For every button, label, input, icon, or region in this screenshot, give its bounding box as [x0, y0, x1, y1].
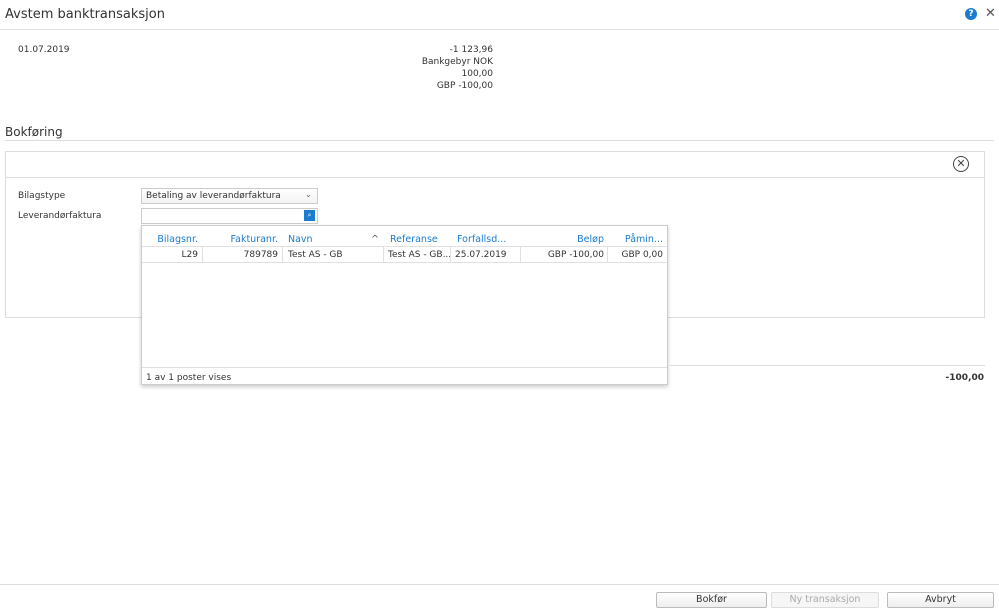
record-count: 1 av 1 poster vises	[146, 373, 232, 383]
dialog-title: Avstem banktransaksjon	[5, 7, 165, 22]
bilagstype-select[interactable]: Betaling av leverandørfaktura	[141, 188, 318, 204]
divider	[670, 365, 985, 366]
bilagstype-label: Bilagstype	[18, 191, 66, 201]
sort-ascending-icon[interactable]: ^	[371, 234, 379, 245]
foreign-amount: GBP -100,00	[436, 81, 493, 91]
new-transaction-button[interactable]: Ny transaksjon	[771, 592, 879, 608]
transaction-date: 01.07.2019	[18, 45, 70, 55]
fee-label: Bankgebyr NOK	[421, 57, 493, 67]
divider	[142, 367, 667, 368]
divider	[142, 262, 667, 263]
divider	[450, 247, 451, 262]
divider	[5, 140, 994, 141]
help-icon[interactable]: ?	[965, 8, 977, 20]
divider	[142, 246, 667, 247]
column-header-paminnelse[interactable]: Påmin...	[608, 234, 663, 245]
post-button[interactable]: Bokfør	[656, 592, 767, 608]
transaction-amount: -1 123,96	[449, 45, 493, 55]
section-title: Bokføring	[5, 125, 63, 139]
close-icon[interactable]: ✕	[985, 6, 996, 21]
lookup-search-icon[interactable]: ⌕	[304, 210, 315, 221]
divider	[383, 247, 384, 262]
leverandorfaktura-input[interactable]	[141, 208, 318, 224]
column-header-fakturanr[interactable]: Fakturanr.	[202, 234, 278, 245]
chevron-down-icon: ⌄	[305, 190, 312, 199]
column-header-forfallsdato[interactable]: Forfallsd...	[457, 234, 506, 245]
leverandorfaktura-label: Leverandørfaktura	[18, 211, 102, 221]
column-header-bilagsnr[interactable]: Bilagsnr.	[146, 234, 198, 245]
column-header-belop[interactable]: Beløp	[522, 234, 604, 245]
lookup-dropdown: Bilagsnr. Fakturanr. Navn ^ Referanse Fo…	[141, 225, 668, 385]
fee-amount: 100,00	[461, 69, 494, 79]
divider	[0, 584, 999, 585]
divider	[520, 247, 521, 262]
column-header-referanse[interactable]: Referanse	[390, 234, 438, 245]
divider	[5, 177, 985, 178]
total-amount: -100,00	[945, 373, 984, 383]
column-header-navn[interactable]: Navn	[288, 234, 313, 245]
remove-icon[interactable]: ✕	[953, 156, 969, 172]
divider	[282, 247, 283, 262]
cancel-button[interactable]: Avbryt	[887, 592, 994, 608]
